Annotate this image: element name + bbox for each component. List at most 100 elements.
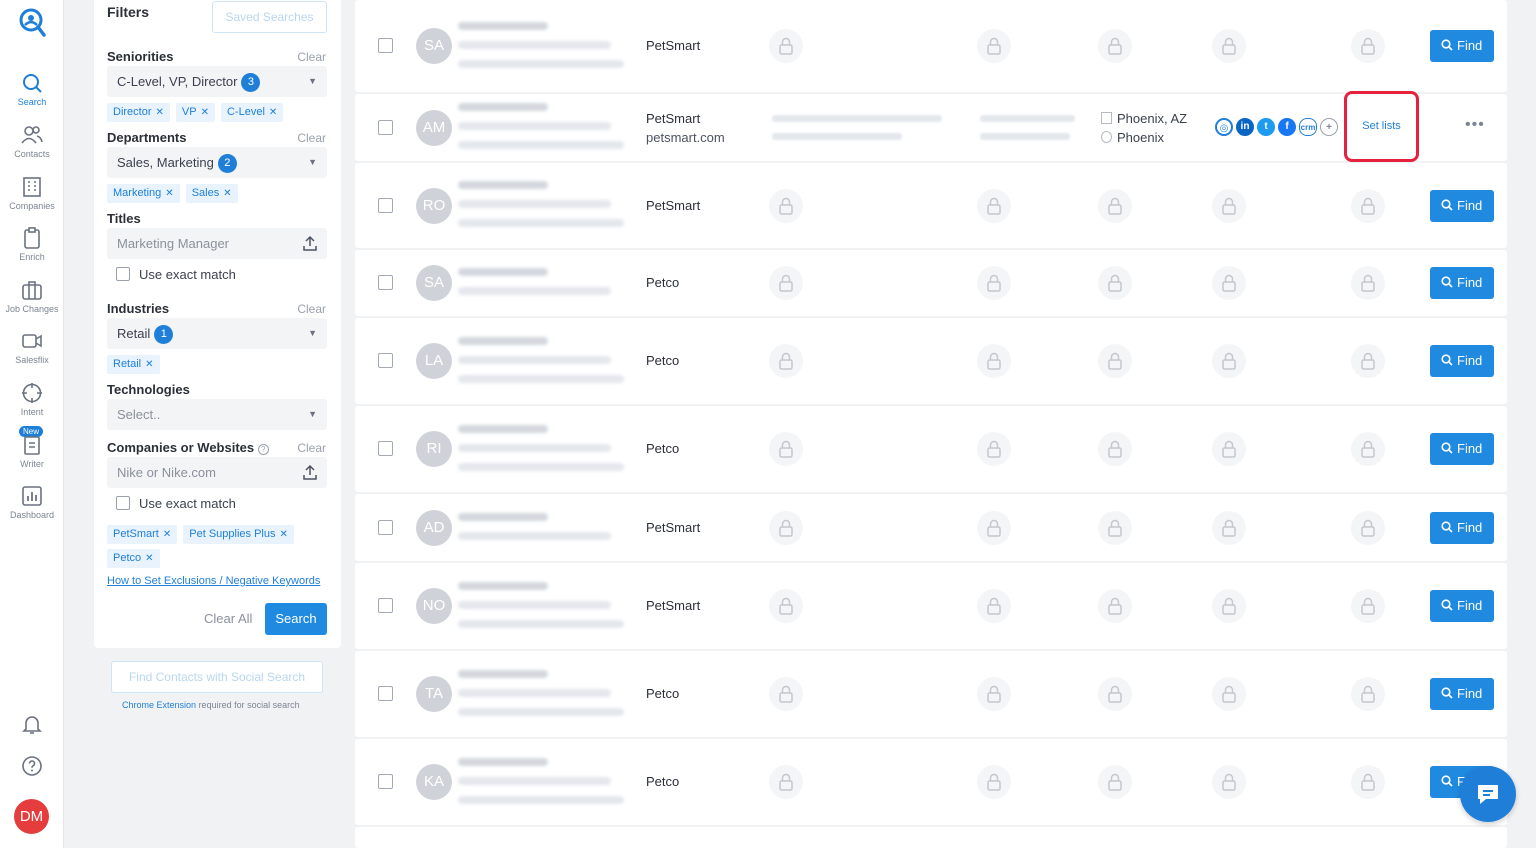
twitter-icon[interactable]: t [1257,117,1275,136]
filter-chip[interactable]: Retail ✕ [107,355,160,374]
companies-exact-match[interactable]: Use exact match [116,496,236,511]
industries-select[interactable]: Retail 1 ▼ [107,318,327,349]
clear-all-button[interactable]: Clear All [204,611,252,626]
companies-input[interactable]: Nike or Nike.com [107,457,327,488]
lock-icon [977,266,1011,300]
social-search-button[interactable]: Find Contacts with Social Search [111,661,323,693]
app-logo-icon[interactable] [18,8,46,38]
filter-chip[interactable]: PetSmart ✕ [107,525,178,544]
nav-dashboard[interactable]: Dashboard [0,485,64,531]
row-checkbox[interactable] [378,686,393,701]
result-row[interactable]: RI Petco Find [355,406,1507,492]
nav-search[interactable]: Search [0,72,64,118]
result-row[interactable]: AM PetSmart petsmart.com Phoenix, AZ Phoenix… [355,90,1507,162]
row-checkbox[interactable] [378,119,393,135]
phone-revealed[interactable] [980,114,1075,125]
help-button[interactable] [0,755,64,782]
industries-clear[interactable]: Clear [297,302,326,316]
user-avatar[interactable]: DM [14,799,49,834]
find-button[interactable]: Find [1430,345,1494,377]
company-name[interactable]: Petco [646,353,679,368]
result-row[interactable]: KAPetcoFind [355,739,1507,825]
company-domain[interactable]: petsmart.com [646,130,725,145]
upload-icon[interactable] [303,464,317,480]
saved-searches-button[interactable]: Saved Searches [212,1,327,33]
seniorities-select[interactable]: C-Level, VP, Director 3 ▼ [107,66,327,97]
checkbox[interactable] [116,267,130,281]
more-options-icon[interactable]: ••• [1465,116,1485,134]
departments-clear[interactable]: Clear [297,131,326,145]
row-checkbox[interactable] [378,197,393,213]
facebook-icon[interactable]: f [1278,117,1296,136]
company-name[interactable]: PetSmart [646,598,700,613]
company-name[interactable]: Petco [646,774,679,789]
row-checkbox[interactable] [378,353,393,368]
find-button[interactable]: Find [1430,590,1494,622]
row-checkbox[interactable] [378,275,393,290]
add-icon[interactable]: + [1320,117,1338,136]
crm-icon[interactable]: crm [1299,117,1317,136]
nav-companies[interactable]: Companies [0,176,64,222]
search-icon[interactable]: ◎ [1215,117,1233,136]
chat-button[interactable] [1460,766,1516,822]
nav-job-changes[interactable]: Job Changes [0,279,64,325]
lock-icon [769,344,803,378]
filter-chip[interactable]: C-Level ✕ [220,103,284,122]
company-name[interactable]: PetSmart [646,111,700,126]
exclusions-help-link[interactable]: How to Set Exclusions / Negative Keyword… [107,575,320,587]
search-button[interactable]: Search [265,603,327,635]
find-button[interactable]: Find [1430,189,1494,222]
row-checkbox[interactable] [378,598,393,613]
filter-chip[interactable]: Pet Supplies Plus ✕ [183,525,294,544]
email-revealed[interactable] [772,114,942,125]
email-revealed[interactable] [772,132,902,143]
nav-contacts[interactable]: Contacts [0,124,64,170]
nav-salesflix[interactable]: Salesflix [0,330,64,376]
companies-clear[interactable]: Clear [297,441,326,455]
find-button[interactable]: Find [1430,511,1494,544]
filter-chip[interactable]: Director ✕ [107,103,170,122]
chevron-down-icon: ▼ [308,409,317,419]
filter-chip[interactable]: VP ✕ [175,103,215,122]
checkbox[interactable] [116,496,130,510]
company-name[interactable]: PetSmart [646,38,700,53]
linkedin-icon[interactable]: in [1236,117,1254,136]
result-row[interactable]: TA Petco Find [355,651,1507,737]
result-row[interactable]: LA Petco Find [355,318,1507,404]
find-button[interactable]: Find [1430,30,1494,62]
row-checkbox[interactable] [378,519,393,535]
company-name[interactable]: Petco [646,275,679,290]
company-name[interactable]: PetSmart [646,198,700,213]
result-row[interactable]: SA PetSmart Find [355,0,1507,92]
result-row[interactable]: AD PetSmart Find [355,494,1507,561]
find-button[interactable]: Find [1430,267,1494,299]
filter-chip[interactable]: Petco ✕ [107,549,160,568]
filter-chip[interactable]: Sales ✕ [185,184,238,203]
seniorities-clear[interactable]: Clear [297,50,326,64]
row-checkbox[interactable] [378,38,393,53]
find-button[interactable]: Find [1430,433,1494,465]
titles-exact-match[interactable]: Use exact match [116,267,236,282]
company-name[interactable]: Petco [646,441,679,456]
nav-enrich[interactable]: Enrich [0,227,64,273]
row-checkbox[interactable] [378,441,393,456]
result-row[interactable]: NO PetSmart Find [355,563,1507,649]
result-row[interactable]: SA Petco Find [355,250,1507,316]
result-row[interactable]: RO PetSmart Find [355,163,1507,248]
titles-input[interactable]: Marketing Manager [107,228,327,259]
departments-select[interactable]: Sales, Marketing 2 ▼ [107,147,327,178]
company-name[interactable]: Petco [646,686,679,701]
row-checkbox[interactable] [378,774,393,789]
upload-icon[interactable] [303,235,317,251]
notifications-button[interactable] [0,713,64,740]
chrome-extension-link[interactable]: Chrome Extension [122,700,196,710]
nav-intent[interactable]: Intent [0,382,64,428]
find-button[interactable]: Find [1430,678,1494,710]
set-lists-button[interactable]: Set lists [1344,90,1419,162]
filter-chip[interactable]: Marketing ✕ [107,184,180,203]
lock-icon [977,29,1011,63]
phone-revealed[interactable] [980,132,1070,143]
company-name[interactable]: PetSmart [646,520,700,535]
nav-writer[interactable]: Writer [0,434,64,480]
technologies-select[interactable]: Select.. ▼ [107,399,327,430]
